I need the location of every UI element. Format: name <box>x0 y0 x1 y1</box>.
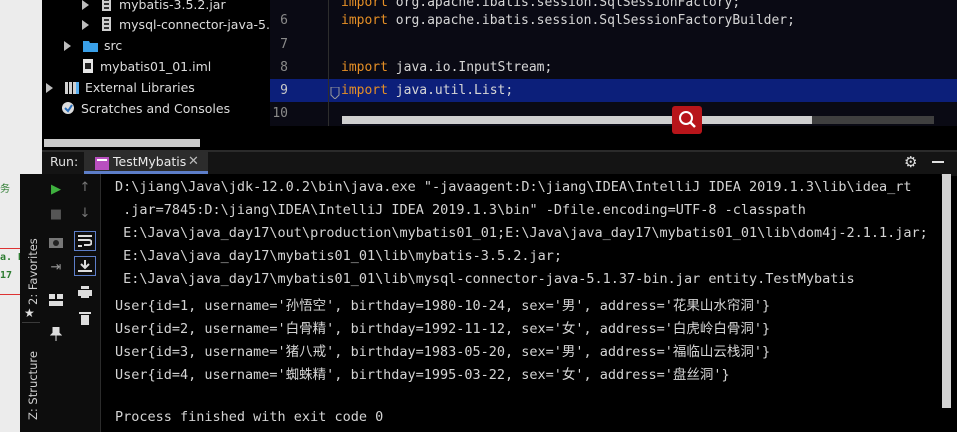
console-line: User{id=2, username='白骨精', birthday=1992… <box>115 321 771 337</box>
tab-label: TestMybatis <box>113 154 187 169</box>
code-line: import java.util.List; <box>341 83 514 98</box>
run-config-icon <box>95 155 109 174</box>
tree-item-label: mybatis01_01.iml <box>100 59 212 74</box>
line-number: 10 <box>272 106 288 121</box>
trash-icon[interactable] <box>74 308 96 328</box>
tree-item-scratches[interactable]: Scratches and Consoles <box>61 99 230 119</box>
tree-item-label: mybatis-3.5.2.jar <box>118 0 226 12</box>
minimize-icon[interactable] <box>932 161 944 163</box>
fold-marker-icon[interactable] <box>330 84 340 103</box>
rerun-icon[interactable]: ▶ <box>45 180 67 200</box>
folder-icon <box>82 38 98 58</box>
close-tab-icon[interactable]: ✕ <box>188 154 199 169</box>
library-icon <box>64 80 79 100</box>
tree-item-label: External Libraries <box>84 80 195 95</box>
pin-icon[interactable] <box>45 324 67 344</box>
console-line: User{id=3, username='猪八戒', birthday=1983… <box>115 344 771 360</box>
module-file-icon <box>82 59 94 79</box>
line-number: 8 <box>280 60 288 75</box>
run-label: Run: <box>50 154 79 169</box>
console-line: E:\Java\java_day17\mybatis01_01\lib\myba… <box>115 248 563 264</box>
jar-icon <box>101 17 113 37</box>
camera-icon[interactable] <box>45 232 67 252</box>
console-line: Process finished with exit code 0 <box>115 409 384 425</box>
structure-tab[interactable]: Z: Structure <box>26 351 40 420</box>
line-number: 7 <box>280 37 288 52</box>
gear-icon[interactable]: ⚙ <box>904 153 917 171</box>
console-line: User{id=1, username='孙悟空', birthday=1980… <box>115 298 771 314</box>
search-icon <box>679 111 696 128</box>
line-number: 9 <box>280 83 288 98</box>
fragment-text: 务 <box>0 184 10 195</box>
tree-item-mybatis-jar[interactable]: mybatis-3.5.2.jar <box>82 0 226 15</box>
tree-item-iml[interactable]: mybatis01_01.iml <box>82 57 211 77</box>
tree-item-label: src <box>103 38 123 53</box>
star-icon: ★ <box>24 306 35 320</box>
console-vertical-scrollbar[interactable] <box>942 174 951 408</box>
line-number: 6 <box>280 13 288 28</box>
print-icon[interactable] <box>74 282 96 302</box>
console-line: User{id=4, username='蜘蛛精', birthday=1995… <box>115 367 730 383</box>
tree-horizontal-scrollbar[interactable] <box>44 139 200 147</box>
code-line: import java.io.InputStream; <box>341 60 553 75</box>
tree-item-external-libraries[interactable]: External Libraries <box>46 78 195 98</box>
search-overlay-button[interactable] <box>672 106 702 134</box>
login-icon[interactable]: ⇥ <box>45 258 67 278</box>
scroll-to-end-icon[interactable] <box>74 256 96 276</box>
tree-item-label: Scratches and Consoles <box>81 101 231 116</box>
favorites-tab[interactable]: 2: Favorites <box>26 238 40 305</box>
editor-scrollbar-thumb[interactable] <box>342 116 812 124</box>
soft-wrap-icon[interactable] <box>74 231 96 251</box>
tree-item-src[interactable]: src <box>64 36 122 56</box>
scroll-down-icon[interactable]: ↓ <box>74 204 96 224</box>
scroll-up-icon[interactable]: ↑ <box>74 178 96 198</box>
fragment-text: 17 <box>0 270 13 281</box>
code-line: import org.apache.ibatis.session.SqlSess… <box>341 13 795 28</box>
console-line: E:\Java\java_day17\out\production\mybati… <box>115 225 928 241</box>
stop-icon[interactable]: ■ <box>45 205 67 225</box>
console-line: .jar=7845:D:\jiang\IDEA\IntelliJ IDEA 20… <box>115 202 806 218</box>
gutter-divider <box>328 0 329 126</box>
code-line: import org.apache.ibatis.session.SqlSess… <box>341 0 741 10</box>
layout-icon[interactable] <box>45 290 67 310</box>
scratches-icon <box>61 101 75 121</box>
console-line: D:\jiang\Java\jdk-12.0.2\bin\java.exe "-… <box>115 179 912 195</box>
console-line: E:\Java\java_day17\mybatis01_01\lib\mysq… <box>115 271 855 287</box>
